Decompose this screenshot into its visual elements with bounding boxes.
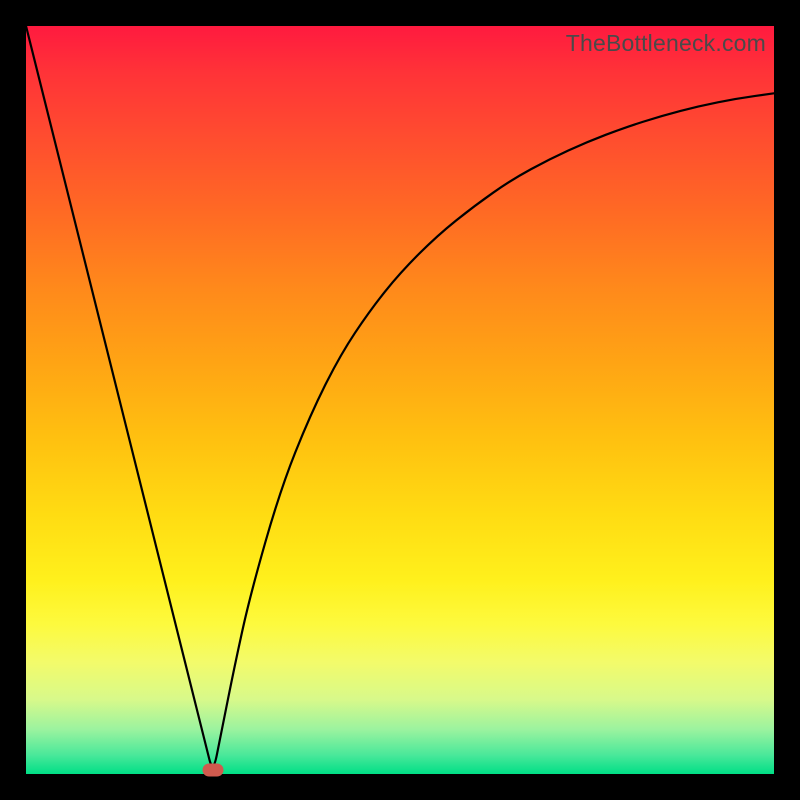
plot-area: TheBottleneck.com bbox=[26, 26, 774, 774]
watermark-text: TheBottleneck.com bbox=[566, 30, 766, 57]
bottleneck-curve-path bbox=[26, 26, 774, 766]
curve-svg bbox=[26, 26, 774, 774]
chart-container: TheBottleneck.com bbox=[0, 0, 800, 800]
minimum-marker bbox=[203, 764, 224, 777]
